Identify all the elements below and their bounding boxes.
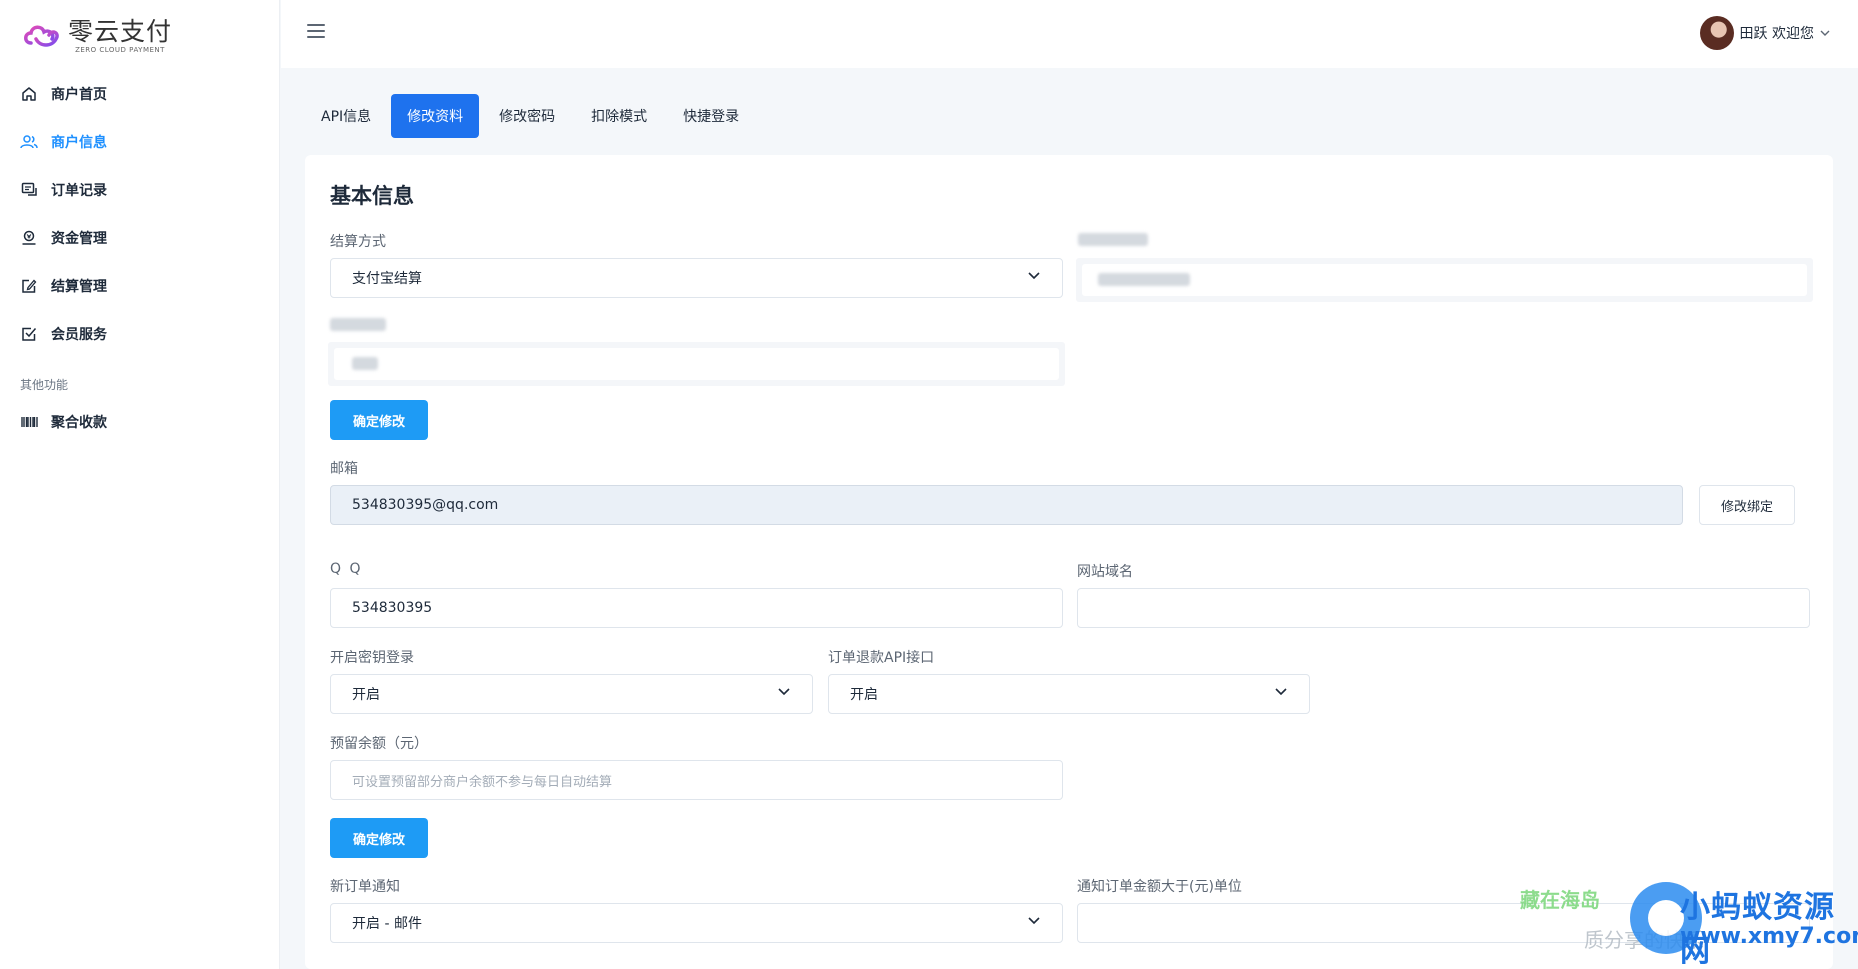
cloud-logo-icon bbox=[22, 21, 64, 51]
tab-deduction-mode[interactable]: 扣除模式 bbox=[575, 94, 663, 138]
funds-icon bbox=[20, 229, 38, 247]
new-order-notify-select[interactable]: 开启 - 邮件 bbox=[330, 903, 1063, 943]
sidebar-item-merchant-info[interactable]: 商户信息 bbox=[0, 118, 280, 166]
chevron-down-icon bbox=[1275, 688, 1287, 696]
sidebar-item-label: 资金管理 bbox=[51, 231, 107, 247]
sidebar-item-home[interactable]: 商户首页 bbox=[0, 70, 280, 118]
sidebar-item-label: 结算管理 bbox=[51, 279, 107, 295]
redacted-name-input[interactable] bbox=[328, 342, 1065, 386]
qq-label: Q Q bbox=[330, 561, 363, 577]
settle-method-label: 结算方式 bbox=[330, 234, 386, 250]
tab-quick-login[interactable]: 快捷登录 bbox=[667, 94, 755, 138]
section-title: 基本信息 bbox=[330, 184, 414, 208]
refund-api-label: 订单退款API接口 bbox=[828, 650, 935, 666]
reserve-balance-label: 预留余额（元） bbox=[330, 736, 428, 752]
profile-card: 基本信息 结算方式 支付宝结算 确定修改 邮箱 534830395@qq.com… bbox=[305, 155, 1833, 969]
checkbox-icon bbox=[20, 325, 38, 343]
redacted-account-input[interactable] bbox=[1076, 258, 1813, 302]
refund-api-value: 开启 bbox=[850, 687, 878, 703]
watermark-url: www.xmy7.com bbox=[1680, 924, 1858, 949]
email-label: 邮箱 bbox=[330, 461, 358, 477]
domain-label: 网站域名 bbox=[1077, 564, 1133, 580]
new-order-notify-value: 开启 - 邮件 bbox=[352, 916, 422, 932]
key-login-label: 开启密钥登录 bbox=[330, 650, 414, 666]
top-header: 田跃 欢迎您 bbox=[281, 0, 1858, 68]
nav-section-label: 其他功能 bbox=[20, 378, 69, 392]
key-login-value: 开启 bbox=[352, 687, 380, 703]
email-value: 534830395@qq.com bbox=[352, 497, 499, 513]
menu-toggle-icon[interactable] bbox=[307, 24, 325, 40]
sidebar-item-label: 聚合收款 bbox=[51, 415, 107, 431]
settle-method-value: 支付宝结算 bbox=[352, 271, 422, 287]
domain-input[interactable] bbox=[1077, 588, 1810, 628]
sidebar-item-label: 商户信息 bbox=[51, 135, 107, 151]
confirm-settings-button[interactable]: 确定修改 bbox=[330, 818, 429, 858]
order-icon bbox=[20, 181, 38, 199]
change-binding-button[interactable]: 修改绑定 bbox=[1699, 485, 1796, 525]
watermark-tagline: 藏在海岛 bbox=[1520, 888, 1600, 912]
sidebar-item-label: 订单记录 bbox=[51, 183, 107, 199]
key-login-select[interactable]: 开启 bbox=[330, 674, 813, 714]
tab-change-password[interactable]: 修改密码 bbox=[483, 94, 571, 138]
sidebar: 零云支付 ZERO CLOUD PAYMENT 商户首页 商户信息 订单记录 资… bbox=[0, 0, 280, 969]
chevron-down-icon bbox=[778, 688, 790, 696]
profile-tabs: API信息 修改资料 修改密码 扣除模式 快捷登录 bbox=[305, 94, 759, 138]
chevron-down-icon bbox=[1028, 917, 1040, 925]
sidebar-item-membership[interactable]: 会员服务 bbox=[0, 310, 280, 358]
brand-logo[interactable]: 零云支付 ZERO CLOUD PAYMENT bbox=[22, 14, 172, 58]
sidebar-item-label: 商户首页 bbox=[51, 87, 107, 103]
user-menu[interactable]: 田跃 欢迎您 bbox=[1699, 16, 1830, 50]
home-icon bbox=[20, 85, 38, 103]
brand-subtitle: ZERO CLOUD PAYMENT bbox=[75, 45, 165, 54]
reserve-balance-placeholder: 可设置预留部分商户余额不参与每日自动结算 bbox=[352, 774, 613, 790]
avatar bbox=[1699, 16, 1734, 50]
qq-input[interactable]: 534830395 bbox=[330, 588, 1063, 628]
new-order-notify-label: 新订单通知 bbox=[330, 879, 400, 895]
qq-value: 534830395 bbox=[352, 600, 433, 616]
chevron-down-icon bbox=[1028, 272, 1040, 280]
edit-icon bbox=[20, 277, 38, 295]
chevron-down-icon bbox=[1820, 30, 1830, 36]
sidebar-item-label: 会员服务 bbox=[51, 327, 107, 343]
site-watermark: 藏在海岛 质分享的快乐 小蚂蚁资源网 www.xmy7.com bbox=[1520, 878, 1858, 969]
tab-api-info[interactable]: API信息 bbox=[305, 94, 387, 138]
user-greeting: 田跃 欢迎您 bbox=[1739, 26, 1814, 42]
users-icon bbox=[20, 133, 38, 151]
redacted-label bbox=[1078, 233, 1148, 246]
brand-title: 零云支付 bbox=[68, 16, 173, 46]
reserve-balance-input[interactable]: 可设置预留部分商户余额不参与每日自动结算 bbox=[330, 760, 1063, 800]
sidebar-nav: 商户首页 商户信息 订单记录 资金管理 结算管理 会员服务 bbox=[0, 70, 280, 358]
email-field[interactable]: 534830395@qq.com bbox=[330, 485, 1683, 525]
redacted-label bbox=[330, 318, 386, 331]
sidebar-item-funds[interactable]: 资金管理 bbox=[0, 214, 280, 262]
confirm-basic-button[interactable]: 确定修改 bbox=[330, 400, 429, 440]
barcode-icon bbox=[20, 413, 38, 431]
sidebar-nav-extra: 聚合收款 bbox=[0, 398, 280, 446]
sidebar-item-orders[interactable]: 订单记录 bbox=[0, 166, 280, 214]
sidebar-item-aggregate-pay[interactable]: 聚合收款 bbox=[0, 398, 280, 446]
settle-method-select[interactable]: 支付宝结算 bbox=[330, 258, 1063, 298]
refund-api-select[interactable]: 开启 bbox=[828, 674, 1310, 714]
notify-amount-label: 通知订单金额大于(元)单位 bbox=[1077, 879, 1242, 895]
sidebar-item-settlement[interactable]: 结算管理 bbox=[0, 262, 280, 310]
tab-edit-profile[interactable]: 修改资料 bbox=[391, 94, 480, 138]
